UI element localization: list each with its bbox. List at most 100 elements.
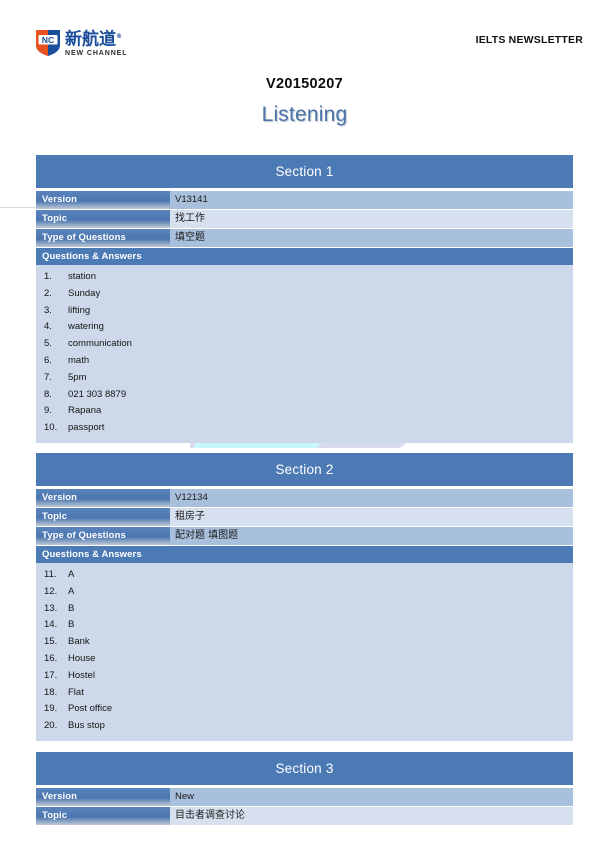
answer-row: 8. 021 303 8879 — [36, 387, 573, 404]
answer-row: 15. Bank — [36, 634, 573, 651]
answer-row: 18. Flat — [36, 685, 573, 702]
row-topic: Topic 租房子 — [36, 508, 573, 526]
answer-number: 4. — [44, 321, 52, 333]
answer-row: 4. watering — [36, 319, 573, 336]
qa-list-1: 1. station 2. Sunday 3. lifting 4. watering 5. co… — [36, 265, 573, 443]
answer-text: A — [68, 569, 75, 580]
page-title: Listening — [261, 103, 348, 126]
row-type-of-questions: Type of Questions 填空题 — [36, 229, 573, 247]
newsletter-label: IELTS NEWSLETTER — [475, 34, 583, 46]
document-version-code: V20150207 — [266, 76, 343, 92]
section-meta-2: Version V12134 Topic 租房子 Type of Questio… — [36, 489, 573, 545]
row-value-topic: 目击者调查讨论 — [170, 807, 573, 825]
row-version: Version V13141 — [36, 191, 573, 209]
answer-number: 6. — [44, 354, 52, 366]
answer-row: 13. B — [36, 601, 573, 618]
section-title-2: Section 2 — [36, 453, 573, 486]
answer-number: 14. — [44, 619, 58, 631]
answer-number: 3. — [44, 304, 52, 316]
answer-number: 8. — [44, 388, 52, 400]
answer-text: B — [68, 619, 75, 631]
answer-text: Hostel — [68, 669, 95, 681]
row-label-version: Version — [36, 788, 170, 806]
answer-text: math — [68, 354, 90, 366]
qa-header-1: Questions & Answers — [36, 248, 573, 265]
row-value-version: V12134 — [170, 489, 573, 507]
answer-number: 12. — [44, 585, 58, 597]
answer-text: 5pm — [68, 371, 87, 383]
answer-number: 2. — [44, 287, 52, 299]
answer-number: 16. — [44, 652, 58, 664]
answer-text: Post office — [68, 703, 113, 715]
row-label-topic: Topic — [36, 210, 170, 228]
section-meta-1: Version V13141 Topic 找工作 Type of Questio… — [36, 191, 573, 247]
answer-row: 20. Bus stop — [36, 718, 573, 735]
qa-list-2: 11. A 12. A 13. B 14. B 15. Bank 16. House 17. Hostel… — [36, 563, 573, 741]
row-value-type: 配对题 填图题 — [170, 527, 573, 545]
section-block-2: Section 2 Version V12134 Topic 租房子 Type … — [36, 453, 573, 741]
answer-text: Bank — [68, 636, 90, 648]
answer-text: Flat — [68, 686, 84, 698]
answer-number: 18. — [44, 686, 58, 698]
answer-row: 7. 5pm — [36, 370, 573, 387]
answer-text: A — [68, 585, 75, 597]
answer-row: 17. Hostel — [36, 668, 573, 685]
page-header: NC 新航道® NEW CHANNEL IELTS NEWSLETTER — [0, 0, 609, 70]
row-label-type: Type of Questions — [36, 229, 170, 247]
answer-text: station — [68, 271, 96, 282]
answer-text: House — [68, 652, 96, 664]
row-topic: Topic 找工作 — [36, 210, 573, 228]
answer-number: 13. — [44, 602, 58, 614]
answer-row: 5. communication — [36, 336, 573, 353]
answer-row: 19. Post office — [36, 701, 573, 718]
section-meta-3: Version New Topic 目击者调查讨论 — [36, 788, 573, 825]
answer-row: 6. math — [36, 353, 573, 370]
answer-number: 19. — [44, 703, 58, 715]
answer-text: passport — [68, 422, 105, 434]
answer-text: 021 303 8879 — [68, 388, 127, 400]
answer-number: 17. — [44, 669, 58, 681]
answer-row: 9. Rapana — [36, 403, 573, 420]
answer-number: 20. — [44, 720, 58, 732]
answer-number: 7. — [44, 371, 52, 383]
answer-row: 12. A — [36, 584, 573, 601]
answer-row: 11. A — [36, 567, 573, 584]
answer-row: 1. station — [36, 269, 573, 286]
section-title-3: Section 3 — [36, 752, 573, 785]
row-topic: Topic 目击者调查讨论 — [36, 807, 573, 825]
answer-row: 2. Sunday — [36, 286, 573, 303]
row-label-topic: Topic — [36, 807, 170, 825]
row-label-type: Type of Questions — [36, 527, 170, 545]
answer-text: communication — [68, 338, 132, 350]
row-value-version: V13141 — [170, 191, 573, 209]
answer-row: 10. passport — [36, 420, 573, 437]
row-value-topic: 租房子 — [170, 508, 573, 526]
row-type-of-questions: Type of Questions 配对题 填图题 — [36, 527, 573, 545]
header-divider — [0, 207, 36, 208]
answer-text: Sunday — [68, 287, 101, 299]
answer-text: Bus stop — [68, 720, 105, 732]
answer-text: Rapana — [68, 405, 102, 417]
logo-trademark: ® — [116, 33, 122, 40]
svg-text:NC: NC — [42, 35, 54, 45]
answer-row: 16. House — [36, 651, 573, 668]
row-value-version: New — [170, 788, 573, 806]
answer-number: 1. — [44, 271, 52, 282]
logo-chinese-name: 新航道® — [65, 29, 122, 50]
brand-logo: NC 新航道® NEW CHANNEL — [34, 28, 127, 58]
section-block-1: Section 1 Version V13141 Topic 找工作 Type … — [36, 155, 573, 443]
answer-number: 9. — [44, 405, 52, 417]
answer-row: 3. lifting — [36, 303, 573, 320]
row-label-version: Version — [36, 191, 170, 209]
answer-number: 11. — [44, 569, 57, 580]
answer-number: 5. — [44, 338, 52, 350]
row-value-topic: 找工作 — [170, 210, 573, 228]
answer-number: 10. — [44, 422, 58, 434]
answer-text: B — [68, 602, 75, 614]
answer-text: watering — [68, 321, 104, 333]
row-version: Version New — [36, 788, 573, 806]
row-version: Version V12134 — [36, 489, 573, 507]
section-block-3: Section 3 Version New Topic 目击者调查讨论 — [36, 752, 573, 826]
section-title-1: Section 1 — [36, 155, 573, 188]
row-label-topic: Topic — [36, 508, 170, 526]
